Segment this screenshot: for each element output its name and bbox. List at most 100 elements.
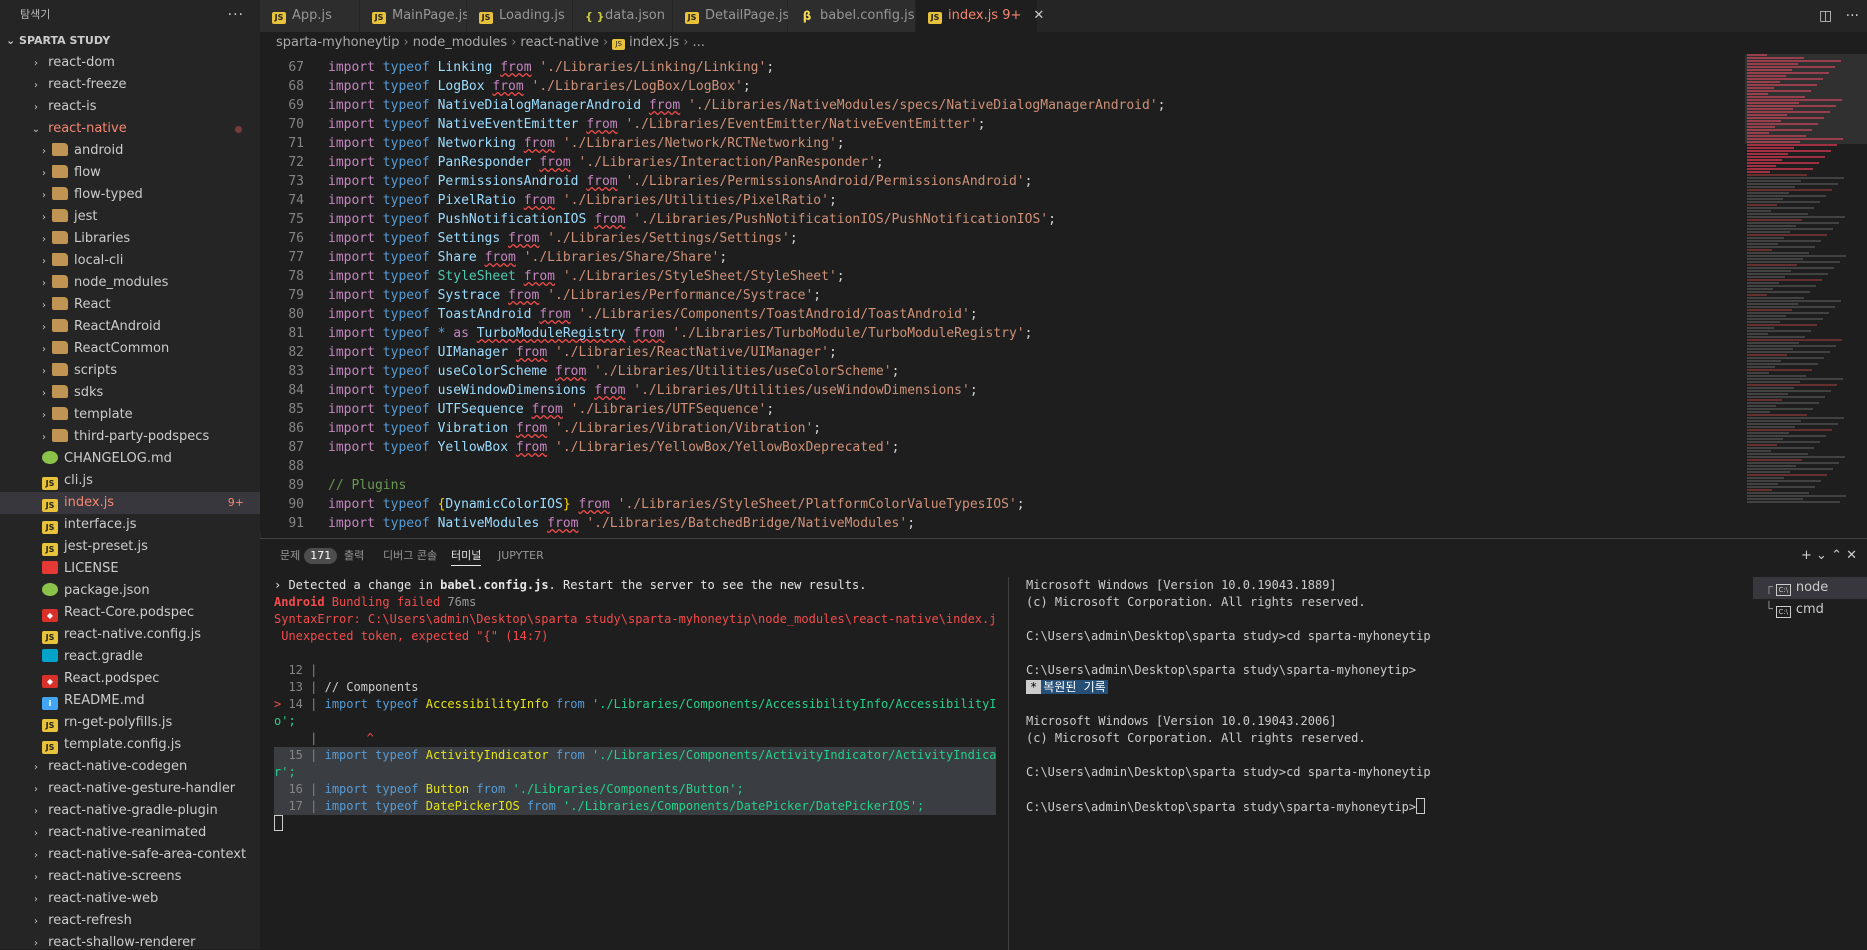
tree-item[interactable]: › sdks <box>0 382 260 404</box>
minimap-slider[interactable] <box>1745 54 1867 144</box>
import-path: './Libraries/Settings/Settings' <box>547 231 790 246</box>
tree-item[interactable]: JS interface.js <box>0 514 260 536</box>
more-actions-icon[interactable]: ··· <box>228 0 244 30</box>
tree-item[interactable]: CHANGELOG.md <box>0 448 260 470</box>
breadcrumb-item[interactable]: ... <box>692 35 704 50</box>
chevron-right-icon: › <box>34 850 38 861</box>
pkg-file-icon <box>42 583 58 596</box>
tree-item[interactable]: › third-party-podspecs <box>0 426 260 448</box>
split-editor-icon[interactable]: ◫ <box>1819 8 1832 24</box>
tree-item[interactable]: JS jest-preset.js <box>0 536 260 558</box>
tree-item[interactable]: › react-native-gradle-plugin <box>0 800 260 822</box>
tab-6[interactable]: JS index.js 9+ ✕ <box>916 0 1044 32</box>
line-number: 78 <box>288 269 304 284</box>
tree-item[interactable]: › scripts <box>0 360 260 382</box>
tab-0[interactable]: JS App.js <box>260 0 360 32</box>
tree-item[interactable]: › react-shallow-renderer <box>0 932 260 949</box>
tree-item[interactable]: › flow <box>0 162 260 184</box>
tree-item[interactable]: › react-native-screens <box>0 866 260 888</box>
panel-tab-2[interactable]: 디버그 콘솔 <box>383 539 437 573</box>
line-number: 75 <box>288 212 304 227</box>
import-name: Vibration <box>437 421 509 436</box>
code-line: 80 import typeof ToastAndroid from './Lib… <box>260 305 1745 324</box>
breadcrumb-separator-icon: › <box>511 35 517 50</box>
close-icon[interactable]: ✕ <box>1033 8 1044 23</box>
tree-item[interactable]: react.gradle <box>0 646 260 668</box>
tree-item[interactable]: › jest <box>0 206 260 228</box>
tree-item-label: react-refresh <box>48 913 132 928</box>
breadcrumb-item[interactable]: react-native <box>520 35 599 50</box>
terminal-cmd[interactable]: Microsoft Windows [Version 10.0.19043.18… <box>1026 577 1626 950</box>
breadcrumb-item[interactable]: index.js <box>629 35 679 50</box>
more-actions-icon[interactable]: ··· <box>1846 8 1859 24</box>
tree-item[interactable]: › react-freeze <box>0 74 260 96</box>
minimap[interactable] <box>1745 54 1867 533</box>
tree-item[interactable]: › react-native-gesture-handler <box>0 778 260 800</box>
minimap-line <box>1747 366 1775 368</box>
tree-item[interactable]: › react-refresh <box>0 910 260 932</box>
minimap-line <box>1747 450 1771 452</box>
tree-item[interactable]: LICENSE <box>0 558 260 580</box>
error-message: Unexpected token, expected "{" (14:7) <box>274 629 549 643</box>
tree-item[interactable]: › react-native-codegen <box>0 756 260 778</box>
tab-4[interactable]: JS DetailPage.js <box>673 0 789 32</box>
tree-item-label: React.podspec <box>64 671 160 686</box>
code-editor[interactable]: 67 import typeof Linking from './Librarie… <box>260 54 1745 533</box>
tree-item[interactable]: › flow-typed <box>0 184 260 206</box>
tree-item[interactable]: JS cli.js <box>0 470 260 492</box>
breadcrumb-item[interactable]: sparta-myhoneytip <box>276 35 400 50</box>
tree-item[interactable]: ◆ React-Core.podspec <box>0 602 260 624</box>
panel-tab-0[interactable]: 문제 171 <box>280 539 338 573</box>
panel-tab-4[interactable]: JUPYTER <box>498 539 544 573</box>
tree-item[interactable]: › node_modules <box>0 272 260 294</box>
tree-item[interactable]: JS index.js 9+ <box>0 492 260 514</box>
tree-item[interactable]: ⌄ react-native <box>0 118 260 140</box>
panel-tab-1[interactable]: 출력 <box>344 539 364 573</box>
tree-item[interactable]: JS template.config.js <box>0 734 260 756</box>
import-path: './Libraries/Linking/Linking' <box>539 60 767 75</box>
js-file-icon: JS <box>42 631 58 644</box>
minimap-line <box>1747 192 1789 194</box>
tree-item[interactable]: package.json <box>0 580 260 602</box>
tree-item[interactable]: › react-native-safe-area-context <box>0 844 260 866</box>
terminal-split-divider[interactable] <box>1008 577 1009 950</box>
error-caret-line: | ^ <box>274 731 374 745</box>
code-line: 69 import typeof NativeDialogManagerAndro… <box>260 96 1745 115</box>
tree-item[interactable]: › React <box>0 294 260 316</box>
terminal-node[interactable]: › Detected a change in babel.config.js. … <box>274 577 996 950</box>
terminal-list-item[interactable]: └ C:\ cmd <box>1753 599 1867 621</box>
tree-item[interactable]: › android <box>0 140 260 162</box>
tree-item[interactable]: › local-cli <box>0 250 260 272</box>
tree-item[interactable]: ◆ React.podspec <box>0 668 260 690</box>
breadcrumb-item[interactable]: node_modules <box>413 35 507 50</box>
code-line: 85 import typeof UTFSequence from './Libr… <box>260 400 1745 419</box>
tree-item[interactable]: › react-dom <box>0 52 260 74</box>
tab-2[interactable]: JS Loading.js <box>467 0 573 32</box>
tree-item[interactable]: › ReactAndroid <box>0 316 260 338</box>
terminal-text: . Restart the server to see the new resu… <box>548 578 867 592</box>
tree-item[interactable]: JS react-native.config.js <box>0 624 260 646</box>
tab-1[interactable]: JS MainPage.js <box>360 0 469 32</box>
tree-item[interactable]: › template <box>0 404 260 426</box>
panel-actions[interactable]: + ⌄ ⌃ ✕ <box>1801 539 1857 573</box>
tree-item[interactable]: › react-native-web <box>0 888 260 910</box>
panel-tab-3[interactable]: 터미널 <box>451 539 482 566</box>
terminal-list-item[interactable]: ┌ C:\ node <box>1753 577 1867 599</box>
terminal-name: node <box>1795 580 1829 595</box>
minimap-line <box>1747 282 1779 284</box>
workspace-section-header[interactable]: ⌄ SPARTA STUDY <box>0 30 260 52</box>
tree-item[interactable]: › react-is <box>0 96 260 118</box>
code-line: 89 // Plugins <box>260 476 1745 495</box>
tree-item[interactable]: i README.md <box>0 690 260 712</box>
tree-item[interactable]: › Libraries <box>0 228 260 250</box>
breadcrumb-separator-icon: › <box>683 35 689 50</box>
code-frame-line: 17 | import typeof DatePickerIOS from '.… <box>274 798 996 815</box>
tree-item[interactable]: JS rn-get-polyfills.js <box>0 712 260 734</box>
ruby-file-icon: ◆ <box>42 675 58 688</box>
tree-item[interactable]: › react-native-reanimated <box>0 822 260 844</box>
tree-item-label: LICENSE <box>64 561 119 576</box>
tab-5[interactable]: β babel.config.js <box>788 0 916 32</box>
tree-item[interactable]: › ReactCommon <box>0 338 260 360</box>
tab-3[interactable]: { }data.json <box>573 0 673 32</box>
minimap-line <box>1747 228 1833 230</box>
